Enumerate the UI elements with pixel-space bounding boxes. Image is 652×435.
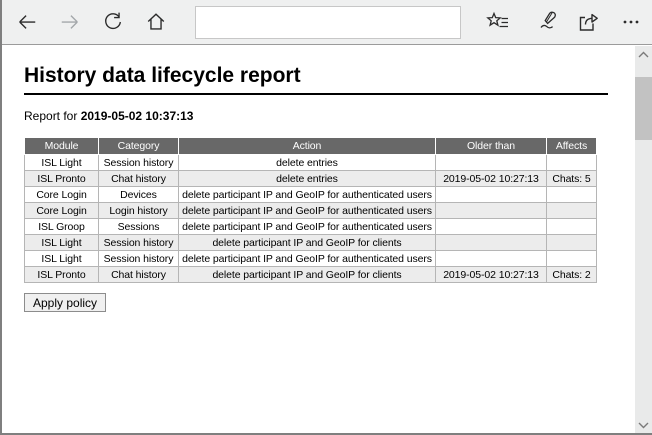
table-cell: 2019-05-02 10:27:13 [436, 267, 547, 283]
column-header: Older than [436, 138, 547, 155]
table-cell: Chats: 2 [547, 267, 597, 283]
table-cell: Login history [99, 203, 179, 219]
table-cell: Chat history [99, 171, 179, 187]
table-row: Core LoginDevicesdelete participant IP a… [25, 187, 597, 203]
page-content: History data lifecycle report Report for… [2, 46, 635, 433]
forward-arrow-icon [59, 11, 81, 33]
table-cell: delete entries [179, 155, 436, 171]
chevron-down-icon [638, 422, 649, 429]
table-body: ISL LightSession historydelete entriesIS… [25, 155, 597, 283]
table-row: ISL LightSession historydelete entries [25, 155, 597, 171]
web-note-pen-icon [536, 10, 560, 34]
back-arrow-icon [16, 11, 38, 33]
table-cell: Session history [99, 235, 179, 251]
address-bar-input[interactable] [195, 6, 461, 39]
more-ellipsis-icon [619, 10, 643, 34]
browser-window: History data lifecycle report Report for… [0, 0, 652, 435]
table-cell: Chat history [99, 267, 179, 283]
column-header: Module [25, 138, 99, 155]
table-cell [436, 235, 547, 251]
more-actions-button[interactable] [616, 5, 646, 39]
refresh-button[interactable] [98, 5, 128, 39]
browser-toolbar [2, 0, 652, 45]
table-cell: ISL Light [25, 155, 99, 171]
favorites-hub-icon [486, 10, 510, 34]
scrollbar-thumb[interactable] [635, 77, 652, 140]
table-cell: delete participant IP and GeoIP for auth… [179, 203, 436, 219]
share-icon [576, 10, 600, 34]
table-cell: delete participant IP and GeoIP for auth… [179, 251, 436, 267]
refresh-icon [102, 11, 124, 33]
table-cell: Core Login [25, 187, 99, 203]
table-cell: ISL Pronto [25, 171, 99, 187]
table-cell: Session history [99, 251, 179, 267]
table-cell [547, 155, 597, 171]
table-row: ISL GroopSessionsdelete participant IP a… [25, 219, 597, 235]
report-table: ModuleCategoryActionOlder thanAffects IS… [24, 137, 597, 283]
table-cell: delete participant IP and GeoIP for auth… [179, 187, 436, 203]
report-for-label: Report for [24, 109, 77, 123]
table-cell [436, 251, 547, 267]
table-cell: ISL Light [25, 251, 99, 267]
table-cell: delete participant IP and GeoIP for auth… [179, 219, 436, 235]
table-cell [547, 251, 597, 267]
report-timestamp: 2019-05-02 10:37:13 [81, 109, 194, 123]
home-button[interactable] [141, 5, 171, 39]
table-row: ISL ProntoChat historydelete participant… [25, 267, 597, 283]
table-cell: Session history [99, 155, 179, 171]
page-title: History data lifecycle report [24, 64, 608, 95]
table-cell: delete participant IP and GeoIP for clie… [179, 267, 436, 283]
home-icon [145, 11, 167, 33]
column-header: Category [99, 138, 179, 155]
table-cell [547, 187, 597, 203]
table-cell: delete entries [179, 171, 436, 187]
table-cell: ISL Groop [25, 219, 99, 235]
table-cell: ISL Pronto [25, 267, 99, 283]
table-cell: Core Login [25, 203, 99, 219]
table-cell [436, 155, 547, 171]
web-note-button[interactable] [533, 5, 563, 39]
table-cell [436, 187, 547, 203]
apply-policy-button[interactable]: Apply policy [24, 293, 106, 312]
back-button[interactable] [12, 5, 42, 39]
report-timestamp-line: Report for 2019-05-02 10:37:13 [24, 109, 635, 123]
table-cell: 2019-05-02 10:27:13 [436, 171, 547, 187]
table-cell [436, 219, 547, 235]
scroll-down-button[interactable] [635, 417, 652, 433]
table-row: ISL ProntoChat historydelete entries2019… [25, 171, 597, 187]
table-header-row: ModuleCategoryActionOlder thanAffects [25, 138, 597, 155]
favorites-hub-button[interactable] [483, 5, 513, 39]
scroll-up-button[interactable] [635, 46, 652, 62]
table-cell [547, 203, 597, 219]
column-header: Affects [547, 138, 597, 155]
vertical-scrollbar[interactable] [635, 46, 652, 433]
share-button[interactable] [573, 5, 603, 39]
table-row: ISL LightSession historydelete participa… [25, 251, 597, 267]
address-bar-container [195, 6, 461, 39]
table-cell: Sessions [99, 219, 179, 235]
forward-button[interactable] [55, 5, 85, 39]
chevron-up-icon [638, 51, 649, 58]
table-cell: ISL Light [25, 235, 99, 251]
table-row: Core LoginLogin historydelete participan… [25, 203, 597, 219]
table-cell: Devices [99, 187, 179, 203]
table-cell: delete participant IP and GeoIP for clie… [179, 235, 436, 251]
table-cell [547, 219, 597, 235]
table-cell [547, 235, 597, 251]
column-header: Action [179, 138, 436, 155]
table-cell: Chats: 5 [547, 171, 597, 187]
table-row: ISL LightSession historydelete participa… [25, 235, 597, 251]
table-cell [436, 203, 547, 219]
